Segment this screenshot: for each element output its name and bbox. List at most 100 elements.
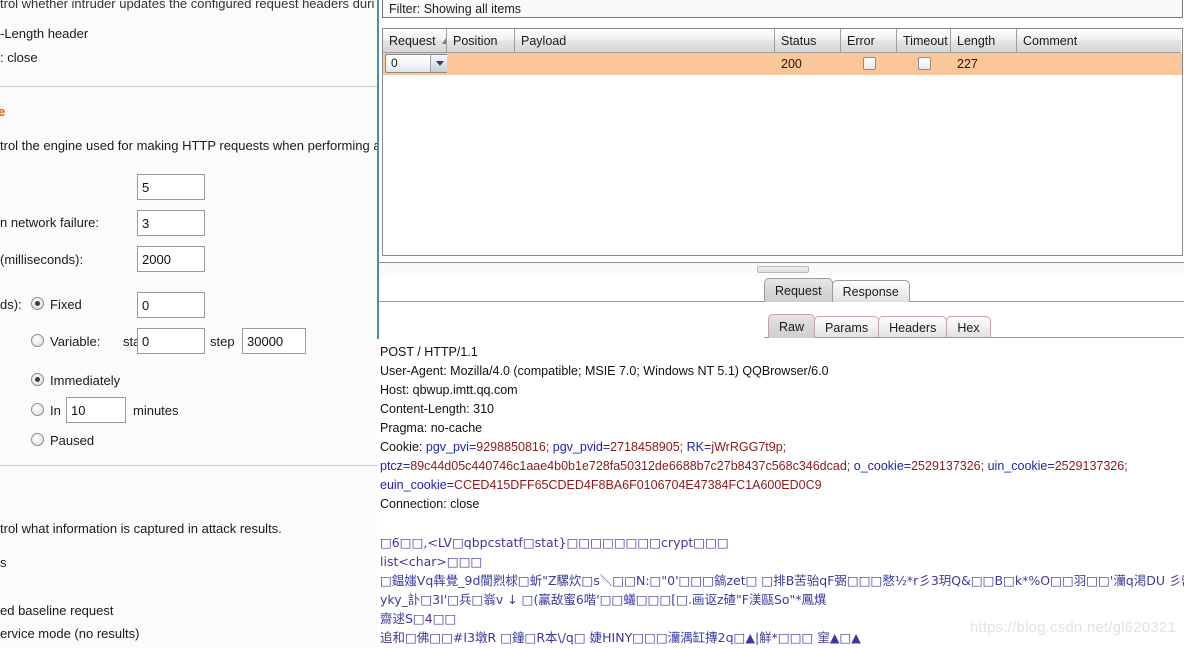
error-checkbox[interactable] [862,57,876,71]
header-cookie-line-2: ptcz=89c44d05c440746c1aae4b0b1e728fa5031… [380,459,1128,473]
start-in-label: In [50,403,61,418]
cell-payload [515,53,775,75]
start-in-minutes-input[interactable] [66,397,126,423]
cookie-value-pgv-pvi: 9298850816 [476,440,546,454]
request-engine-note: trol the engine used for making HTTP req… [0,138,377,153]
cookie-value-euin-cookie: CCED415DFF65CDED4F8BA6F0106704E47384FC1A… [454,478,822,492]
start-paused-label: Paused [50,433,95,448]
tab-request[interactable]: Request [764,278,833,302]
column-header-timeout[interactable]: Timeout [897,29,951,53]
filter-bar[interactable]: Filter: Showing all items [382,0,1183,18]
table-empty-area [383,75,1182,255]
capture-option-2: ervice mode (no results) [0,626,140,641]
cell-error[interactable] [841,53,897,75]
throttle-start-input[interactable] [137,328,205,354]
column-header-length[interactable]: Length [951,29,1017,53]
cell-position [447,53,515,75]
cookie-value-o-cookie: 2529137326 [911,459,981,473]
start-in-minutes-radio[interactable] [31,403,44,416]
cookie-value-ptcz: 89c44d05c440746c1aae4b0b1e728fa50312de66… [410,459,847,473]
header-pragma: Pragma: no-cache [380,421,483,435]
cookie-name-pgv-pvi: pgv_pvi [425,440,469,454]
timeout-checkbox[interactable] [917,57,931,71]
body-line-2: □鎾媸Vq犇覺_9d閬煭梂□蚚"Z騾炊□s＼□□N:□"0'□□□鎬zet□ □… [380,573,1184,588]
message-direction-tabs: Request Response [764,278,910,302]
header-connection: Connection: close [380,497,480,511]
throttle-label: ds): [0,297,22,312]
retries-on-network-failure-input[interactable] [137,210,205,236]
header-user-agent: User-Agent: Mozilla/4.0 (compatible; MSI… [380,364,829,378]
intruder-options-panel: trol whether intruder updates the config… [0,0,377,648]
start-paused-radio[interactable] [31,433,44,446]
horizontal-splitter[interactable] [379,262,1184,276]
start-immediately-label: Immediately [50,373,121,388]
column-header-request[interactable]: Request [383,29,447,53]
cell-comment [1017,53,1181,75]
retries-on-network-failure-label: n network failure: [0,215,99,230]
column-header-error[interactable]: Error [841,29,897,53]
header-host: Host: qbwup.imtt.qq.com [380,383,518,397]
request-number-value: 0 [391,56,398,70]
throttle-fixed-radio[interactable] [31,297,44,310]
tab-hex[interactable]: Hex [946,316,991,338]
cookie-name-o-cookie: o_cookie [853,459,904,473]
cell-request[interactable]: 0 [383,53,447,75]
message-view-tabs: Raw Params Headers Hex [768,312,991,338]
cookie-name-uin-cookie: uin_cookie [987,459,1048,473]
option-connection-close-label: : close [0,50,38,65]
header-cookie-line-1: Cookie: pgv_pvi=9298850816; pgv_pvid=271… [380,440,787,454]
attack-results-note: trol what information is captured in att… [0,521,282,536]
column-header-comment[interactable]: Comment [1017,29,1181,53]
body-line-5: 追和□佛□□#I3墩R □鐘□R本\/q□ 婕HINY□□□灡湡缸摶2q□▲|觧… [380,630,861,645]
cookie-value-rk: jWrRGG7t9p [711,440,783,454]
start-immediately-radio[interactable] [31,373,44,386]
cookie-value-pgv-pvid: 2718458905 [610,440,680,454]
request-headers-note: trol whether intruder updates the config… [0,0,375,11]
capture-option-1: ed baseline request [0,603,114,618]
cookie-header-label: Cookie: [380,440,423,454]
cookie-name-pgv-pvid: pgv_pvid [552,440,603,454]
inner-tab-underline [764,337,1184,338]
table-row[interactable]: 0 200 227 [383,53,1182,75]
start-in-minutes-suffix: minutes [133,403,179,418]
throttle-step-label: step [210,334,235,349]
cookie-name-ptcz: ptcz [380,459,403,473]
request-raw-editor[interactable]: POST / HTTP/1.1 User-Agent: Mozilla/4.0 … [377,339,1184,648]
body-line-0: □6□□,<LV□qbpcstatf□stat}□□□□□□□□crypt□□□ [380,535,729,550]
throttle-variable-label: Variable: [50,334,101,349]
pause-before-retry-label: (milliseconds): [0,252,84,267]
divider-2 [0,465,377,466]
column-header-position[interactable]: Position [447,29,515,53]
filter-bar-text: Filter: Showing all items [389,2,521,16]
column-header-payload[interactable]: Payload [515,29,775,53]
cell-length: 227 [957,57,978,71]
pause-before-retry-input[interactable] [137,246,205,272]
table-header-row: Request Position Payload Status Error Ti… [383,29,1182,53]
throttle-fixed-input[interactable] [137,292,205,318]
option-content-length-label: -Length header [0,26,89,41]
tab-params[interactable]: Params [814,316,880,338]
number-of-threads-input[interactable] [137,174,205,200]
body-line-4: 齋逑S□4□□ [380,611,457,626]
divider-1 [0,86,377,87]
tab-response[interactable]: Response [831,280,910,302]
header-content-length: Content-Length: 310 [380,402,494,416]
splitter-grip-icon[interactable] [756,266,809,273]
results-table[interactable]: Request Position Payload Status Error Ti… [382,28,1183,256]
capture-option-0: s [0,555,7,570]
body-line-3: yky_訃□3I'□兵□嵡v ↓ □(臝敌蜜6喈'□□蟻□□□[□.画讴z碴"F… [380,592,827,607]
throttle-fixed-label: Fixed [50,297,82,312]
throttle-step-input[interactable] [242,328,306,354]
tab-raw[interactable]: Raw [768,314,816,338]
chevron-down-icon[interactable] [430,55,447,72]
app-window: trol whether intruder updates the config… [0,0,1184,648]
tab-headers[interactable]: Headers [878,316,948,338]
request-number-dropdown[interactable]: 0 [385,54,447,73]
throttle-variable-radio[interactable] [31,334,44,347]
section-header-fragment: e [0,104,6,119]
cookie-value-uin-cookie: 2529137326 [1054,459,1125,473]
column-header-status[interactable]: Status [775,29,841,53]
request-line: POST / HTTP/1.1 [380,345,478,359]
cell-timeout[interactable] [897,53,951,75]
